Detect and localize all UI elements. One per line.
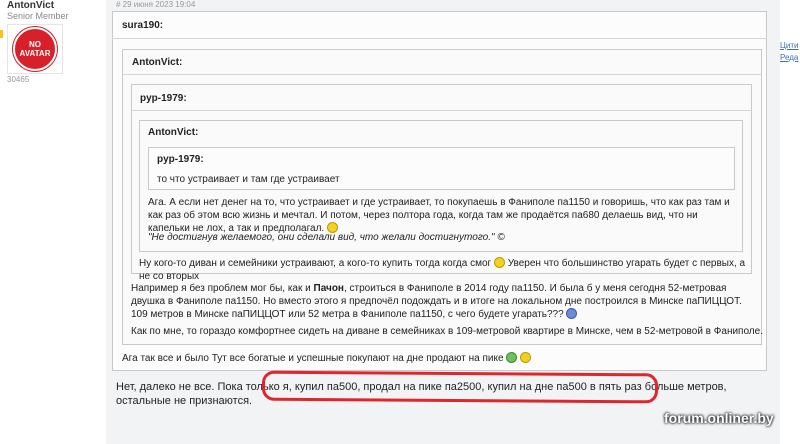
user-role: Senior Member xyxy=(7,11,69,21)
avatar-line-1: NO xyxy=(29,40,41,49)
smile-icon xyxy=(520,352,532,363)
quote-divider xyxy=(112,38,767,39)
quote-body: Ага так все и было Тут все богатые и усп… xyxy=(122,353,504,364)
quote-author: sura190: xyxy=(122,20,164,31)
quote-author: pyp-1979: xyxy=(140,93,187,104)
cite-link[interactable]: Цити xyxy=(780,40,799,52)
smile-icon xyxy=(506,352,518,363)
quote-body: Ну кого-то диван и семейники устраивают,… xyxy=(139,258,492,269)
quote-body: Ага. А если нет денег на то, что устраив… xyxy=(148,197,730,234)
quote-divider xyxy=(131,110,752,111)
edit-link[interactable]: Реда xyxy=(780,52,799,64)
avatar-line-2: AVATAR xyxy=(19,49,51,58)
quote-divider xyxy=(122,74,762,75)
smile-icon xyxy=(566,308,578,319)
post-date[interactable]: # 29 июня 2023 19:04 xyxy=(116,0,195,9)
quote-author: AntonVict: xyxy=(132,57,183,68)
quote-text: то что устраивает и там где устраивает xyxy=(157,174,340,185)
quote-author: pyp-1979: xyxy=(157,154,204,165)
quote-text: Ага так все и было Тут все богатые и усп… xyxy=(122,352,532,366)
post-actions: Цити Реда xyxy=(780,40,799,64)
quote-text: 109 метров в Минске паПИЦЦОТ или 52 метр… xyxy=(131,308,578,322)
online-indicator xyxy=(0,30,3,38)
watermark: forum.onliner.by xyxy=(664,410,774,426)
avatar[interactable]: NO AVATAR xyxy=(7,24,63,74)
quote-body: 109 метров в Минске паПИЦЦОТ или 52 метр… xyxy=(131,309,564,320)
no-avatar-icon: NO AVATAR xyxy=(13,27,57,71)
quote-text: Ну кого-то диван и семейники устраивают,… xyxy=(139,257,749,283)
quote-italic: "Не достигнув желаемого, они сделали вид… xyxy=(148,232,505,243)
quote-text: Ага. А если нет денег на то, что устраив… xyxy=(148,197,738,236)
highlight-circle xyxy=(261,370,659,404)
username-link[interactable]: AntonVict xyxy=(7,0,54,11)
user-post-count: 30465 xyxy=(7,75,30,84)
user-sidebar: AntonVict Senior Member NO AVATAR 30465 xyxy=(0,0,106,444)
quote-bold: Пачон xyxy=(313,283,344,294)
quote-text: Например я без проблем мог бы, как и Пач… xyxy=(131,283,751,308)
quote-text: Как по мне, то гораздо комфортнее сидеть… xyxy=(131,326,763,337)
smile-icon xyxy=(493,257,505,268)
quote-author: AntonVict: xyxy=(148,127,199,138)
quote-body: Например я без проблем мог бы, как и xyxy=(131,283,314,294)
